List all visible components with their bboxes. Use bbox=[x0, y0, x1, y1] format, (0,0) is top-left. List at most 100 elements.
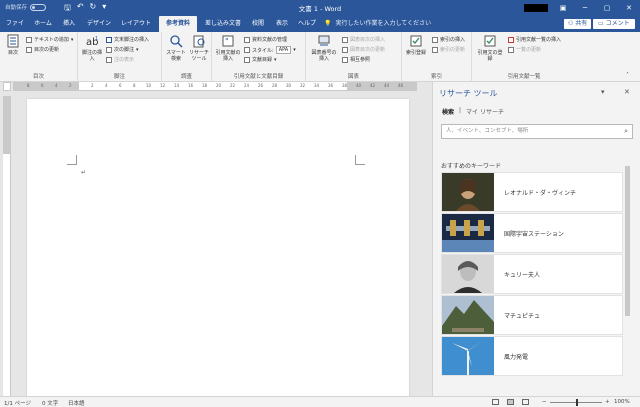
page-count[interactable]: 1/1 ページ bbox=[4, 399, 31, 407]
keyword-item[interactable]: 風力発電 bbox=[441, 336, 623, 376]
account-name[interactable] bbox=[524, 4, 548, 12]
tab-view[interactable]: 表示 bbox=[273, 16, 291, 32]
keyword-item[interactable]: マチュピチュ bbox=[441, 295, 623, 335]
smart-lookup-button[interactable]: スマート検索 bbox=[165, 34, 187, 62]
mark-entry-label: 索引登録 bbox=[405, 50, 426, 56]
group-footnotes: ab 1 脚注の挿入 文末脚注の挿入 次の脚注 ▾ 注の表示 脚注 bbox=[78, 32, 162, 82]
pane-options-icon[interactable]: ▾ bbox=[601, 88, 605, 96]
pane-close-icon[interactable]: ✕ bbox=[624, 88, 630, 96]
close-button[interactable]: ✕ bbox=[618, 0, 640, 16]
pane-search-input[interactable]: 人、イベント、コンセプト、場所 ⌕ bbox=[441, 124, 633, 139]
zoom-in-icon[interactable]: + bbox=[605, 399, 610, 405]
ribbon-display-icon[interactable]: ▣ bbox=[552, 0, 574, 16]
next-footnote-label: 次の脚注 bbox=[114, 47, 135, 53]
update-toc-label: 目次の更新 bbox=[34, 47, 60, 53]
insert-footnote-button[interactable]: ab 1 脚注の挿入 bbox=[82, 34, 102, 62]
next-footnote-button[interactable]: 次の脚注 ▾ bbox=[106, 46, 139, 53]
update-table-button[interactable]: 図表目次の更新 bbox=[342, 46, 385, 53]
manage-sources-button[interactable]: 資料文献の管理 bbox=[244, 36, 287, 43]
tab-file[interactable]: ファイル bbox=[4, 16, 26, 43]
insert-caption-button[interactable]: 図表番号の挿入 bbox=[310, 34, 338, 62]
document-page[interactable]: ↵ bbox=[27, 99, 409, 396]
insert-toa-button[interactable]: 引用文献一覧の挿入 bbox=[508, 36, 561, 43]
insert-index-icon bbox=[432, 36, 438, 43]
zoom-level[interactable]: 100% bbox=[614, 399, 630, 405]
toc-button[interactable]: 目次 bbox=[4, 34, 22, 56]
keyword-item[interactable]: レオナルド・ダ・ヴィンチ bbox=[441, 172, 623, 212]
horizontal-ruler[interactable]: 8 6 4 2 2 4 6 8 10 12 14 16 18 20 22 24 … bbox=[13, 82, 417, 91]
keyword-label: 風力発電 bbox=[504, 353, 529, 361]
group-citations: " 引用文献の挿入 資料文献の管理 スタイル: APA ▾ 文献目録 ▾ 引用文献… bbox=[212, 32, 306, 82]
ruler-number: 4 bbox=[55, 83, 58, 88]
tab-design[interactable]: デザイン bbox=[84, 16, 114, 32]
insert-endnote-button[interactable]: 文末脚注の挿入 bbox=[106, 36, 149, 43]
comments-button[interactable]: ▭ コメント bbox=[593, 19, 635, 29]
bibliography-button[interactable]: 文献目録 ▾ bbox=[244, 56, 277, 63]
smart-lookup-label: スマート検索 bbox=[166, 50, 186, 62]
lightbulb-icon: 💡 bbox=[324, 20, 332, 27]
insert-index-button[interactable]: 索引の挿入 bbox=[432, 36, 465, 43]
keyword-item[interactable]: 国際宇宙ステーション bbox=[441, 213, 623, 253]
update-toc-button[interactable]: 目次の更新 bbox=[26, 46, 59, 53]
next-footnote-icon bbox=[106, 46, 112, 53]
tab-home[interactable]: ホーム bbox=[31, 16, 55, 32]
tab-review[interactable]: 校閲 bbox=[249, 16, 267, 32]
mountain-thumbnail bbox=[442, 296, 494, 334]
tab-my-research[interactable]: マイ リサーチ bbox=[466, 107, 504, 116]
ruler-number: 10 bbox=[146, 83, 152, 88]
insert-table-of-figures-button[interactable]: 図表目次の挿入 bbox=[342, 36, 385, 43]
keyword-item[interactable]: キュリー夫人 bbox=[441, 254, 623, 294]
add-text-button[interactable]: テキストの追加 ▾ bbox=[26, 36, 73, 43]
group-label-toa: 引用文献一覧 bbox=[507, 74, 541, 80]
word-count[interactable]: 0 文字 bbox=[42, 399, 58, 407]
group-label-footnotes: 脚注 bbox=[113, 74, 125, 80]
tell-me-text: 実行したい作業を入力してください bbox=[335, 20, 432, 27]
pane-scrollbar-thumb[interactable] bbox=[625, 166, 630, 316]
tab-layout[interactable]: レイアウト bbox=[119, 16, 153, 32]
update-toa-icon bbox=[508, 46, 514, 53]
zoom-slider-knob[interactable] bbox=[576, 399, 578, 406]
mark-entry-button[interactable]: 索引登録 bbox=[404, 34, 428, 56]
cross-reference-button[interactable]: 相互参照 bbox=[342, 56, 370, 63]
print-layout-icon[interactable] bbox=[507, 399, 514, 405]
research-pane: リサーチ ツール ▾ ✕ 検索 | マイ リサーチ 人、イベント、コンセプト、場… bbox=[432, 82, 640, 396]
web-layout-icon[interactable] bbox=[522, 399, 529, 405]
keyword-label: 国際宇宙ステーション bbox=[504, 230, 564, 238]
minimize-button[interactable]: ─ bbox=[574, 0, 596, 16]
zoom-out-icon[interactable]: − bbox=[542, 399, 547, 405]
update-index-icon bbox=[432, 46, 438, 53]
update-index-button[interactable]: 索引の更新 bbox=[432, 46, 465, 53]
researcher-icon bbox=[193, 35, 205, 48]
tab-selector[interactable] bbox=[3, 82, 11, 91]
researcher-button[interactable]: リサーチツール bbox=[188, 34, 210, 62]
tab-insert[interactable]: 挿入 bbox=[60, 16, 78, 32]
insert-citation-button[interactable]: " 引用文献の挿入 bbox=[215, 34, 241, 62]
language-indicator[interactable]: 日本語 bbox=[68, 399, 85, 407]
update-toa-button[interactable]: 一覧の更新 bbox=[508, 46, 541, 53]
tab-mailings[interactable]: 差し込み文書 bbox=[201, 16, 245, 32]
vertical-ruler[interactable] bbox=[3, 96, 11, 396]
group-index: 索引登録 索引の挿入 索引の更新 索引 bbox=[402, 32, 472, 82]
show-notes-button[interactable]: 注の表示 bbox=[106, 56, 134, 63]
style-icon bbox=[244, 47, 250, 53]
tab-search[interactable]: 検索 bbox=[442, 107, 454, 116]
tell-me-box[interactable]: 💡 実行したい作業を入力してください bbox=[324, 16, 431, 32]
tab-references[interactable]: 参考資料 bbox=[159, 16, 197, 32]
style-selector[interactable]: スタイル: APA ▾ bbox=[244, 46, 296, 54]
group-captions: 図表番号の挿入 図表目次の挿入 図表目次の更新 相互参照 図表 bbox=[306, 32, 402, 82]
collapse-ribbon-icon[interactable]: ˄ bbox=[626, 72, 629, 79]
insert-caption-label: 図表番号の挿入 bbox=[311, 50, 337, 62]
insert-tof-label: 図表目次の挿入 bbox=[350, 37, 386, 43]
insert-citation-label: 引用文献の挿入 bbox=[215, 50, 241, 62]
share-button[interactable]: ⚇ 共有 bbox=[564, 19, 592, 29]
style-dropdown[interactable]: APA bbox=[275, 46, 292, 54]
search-icon[interactable]: ⌕ bbox=[624, 125, 628, 138]
mark-citation-button[interactable]: 引用文の登録 bbox=[476, 34, 504, 62]
crop-mark-top-left bbox=[67, 155, 77, 165]
focus-mode-icon[interactable] bbox=[492, 399, 499, 405]
style-label: スタイル: bbox=[252, 47, 274, 54]
ribbon-tabs: ファイル ホーム 挿入 デザイン レイアウト 参考資料 差し込み文書 校閲 表示… bbox=[0, 16, 640, 43]
restore-button[interactable]: ▢ bbox=[596, 0, 618, 16]
curie-thumbnail bbox=[442, 255, 494, 293]
tab-help[interactable]: ヘルプ bbox=[297, 16, 317, 32]
